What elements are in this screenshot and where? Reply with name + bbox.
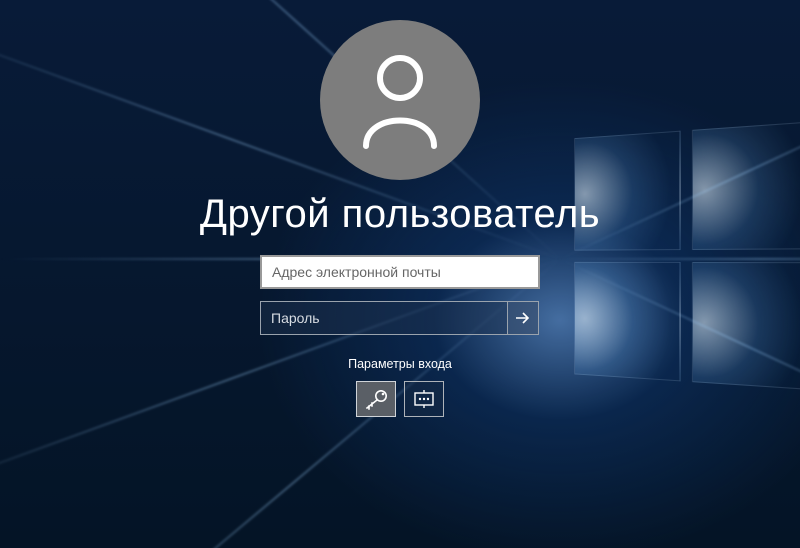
- signin-options-label: Параметры входа: [348, 357, 452, 371]
- pin-pad-icon: [411, 390, 437, 408]
- signin-options: [356, 381, 444, 417]
- user-icon: [356, 50, 444, 150]
- email-field[interactable]: [260, 255, 540, 289]
- signin-option-pin[interactable]: [404, 381, 444, 417]
- signin-option-password[interactable]: [356, 381, 396, 417]
- username-label: Другой пользователь: [200, 192, 600, 237]
- arrow-right-icon: [514, 309, 532, 327]
- password-field[interactable]: [260, 301, 508, 335]
- avatar: [320, 20, 480, 180]
- key-icon: [363, 388, 389, 410]
- submit-button[interactable]: [507, 301, 539, 335]
